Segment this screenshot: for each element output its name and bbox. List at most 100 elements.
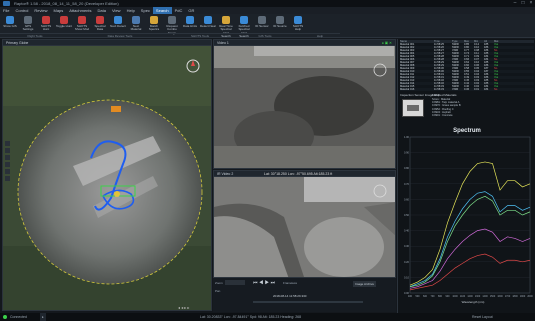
ribbon-button-shots-hunt[interactable]: SHOTS Hunt: [38, 15, 54, 33]
ribbon-button-label: GPS Settings: [22, 24, 34, 32]
spectrum-chart: Spectrum 0.000.100.200.300.400.500.600.7…: [404, 128, 533, 316]
menu-item-pdc[interactable]: PdC: [172, 7, 186, 14]
table-row[interactable]: Material 016 11:58:33 VNIR 0.36 0.01 184 No: [400, 88, 534, 91]
matched-materials-list: Score : Material 0.9981 : Tarp material A…: [432, 98, 461, 117]
table-cell: 0.36: [464, 88, 470, 91]
table-cell: Material 016: [400, 88, 415, 91]
close-button[interactable]: ×: [527, 0, 535, 7]
ribbon-icon: [222, 16, 230, 24]
status-left: Connected: [10, 315, 27, 319]
menu-item-attachments[interactable]: Attachments: [66, 7, 94, 14]
video1-controls-icon[interactable]: ● ▣ ✕: [382, 40, 392, 46]
x-tick-label: 1000: [452, 295, 458, 298]
menu-item-file[interactable]: File: [0, 7, 12, 14]
image-chip[interactable]: [402, 99, 424, 117]
y-tick-label: 0.80: [404, 166, 410, 170]
video1-frame: [214, 46, 395, 168]
video2-title: IR Video 2: [217, 172, 234, 176]
ribbon-group-label: Flight Tools: [0, 33, 70, 38]
status-coordinates: Lat: 30.20833° Lon: -97.84491° Spd: 98 A…: [200, 315, 302, 319]
series-line-1: [409, 161, 531, 286]
table-cell: 11:58:33: [434, 88, 444, 91]
y-tick-label: 0.30: [404, 244, 410, 248]
menu-bar: File Control Review Maps Attachments Data View…: [0, 7, 535, 14]
ribbon-button-detect-near[interactable]: Detect Near: [200, 15, 216, 33]
x-tick-label: 900: [446, 295, 451, 298]
window-title: Raptor® 1.58 - 2018_08_14_11_58_20 (Deve…: [14, 1, 119, 6]
video1-pane[interactable]: Video 1 ● ▣ ✕: [213, 39, 396, 169]
ribbon-group-label: GIS Tools: [230, 33, 300, 38]
y-tick-label: 0.90: [404, 151, 410, 155]
map-pane[interactable]: Primary Globe ◂ ◂ ▸ ▸: [2, 39, 212, 311]
y-tick-label: 0.60: [404, 197, 410, 201]
menu-item-view[interactable]: View: [109, 7, 124, 14]
x-tick-label: 1100: [460, 295, 466, 298]
menu-item-spec[interactable]: Spec: [138, 7, 153, 14]
reset-layout-button[interactable]: Reset Layout: [470, 313, 495, 321]
ribbon-button-show-gis[interactable]: Show GIS: [2, 15, 18, 33]
menu-item-maps[interactable]: Maps: [50, 7, 66, 14]
ribbon-icon: [114, 16, 122, 24]
ribbon-button-fetched-spectral-alert-search[interactable]: Fetched Spectral Alert Search: [236, 15, 252, 38]
ribbon-button-next-detect[interactable]: Next Detect: [110, 15, 126, 33]
ribbon-button-next-material[interactable]: Next Material: [128, 15, 144, 33]
x-tick-label: 400: [408, 295, 413, 298]
ribbon-icon: [96, 16, 104, 24]
ribbon-button-request-combo-image[interactable]: Request Combo Image: [164, 15, 180, 34]
poi-marker[interactable]: [111, 106, 121, 112]
x-tick-label: 1600: [497, 295, 503, 298]
ribbon-group-label: SHOTS Tools: [170, 33, 230, 38]
ribbon-button-shots-show-mod[interactable]: SHOTS Show Mod: [74, 15, 90, 33]
menu-item-gr[interactable]: GR: [185, 7, 197, 14]
x-tick-label: 1300: [475, 295, 481, 298]
aircraft-marker[interactable]: [114, 191, 120, 197]
ribbon-button-real-time-spectral-alert-search[interactable]: Real Time Spectral Alert Search: [218, 15, 234, 38]
menu-item-help[interactable]: Help: [124, 7, 138, 14]
ribbon-button-match-spectra[interactable]: Match Spectra: [146, 15, 162, 33]
image-archive-button[interactable]: Image Archive: [353, 281, 377, 287]
ribbon-button-toggle-hunt[interactable]: Toggle Hunt: [56, 15, 72, 33]
x-tick-label: 500: [416, 295, 421, 298]
ribbon-icon: [276, 16, 284, 24]
ribbon-button-id-source[interactable]: ID Source: [272, 15, 288, 33]
ribbon-icon: [186, 16, 194, 24]
ribbon-icon: [42, 16, 50, 24]
right-panel: Name Time Type Max Min Alt Mat Material 001 11:…: [397, 39, 535, 321]
zoom-select[interactable]: [225, 280, 245, 285]
maximize-button[interactable]: □: [519, 0, 527, 7]
series-line-3: [409, 195, 531, 288]
menu-item-control[interactable]: Control: [12, 7, 31, 14]
ribbon-icon: [168, 16, 176, 24]
ribbon-button-label: Next Detect: [110, 24, 126, 28]
ribbon-button-gps-settings[interactable]: GPS Settings: [20, 15, 36, 33]
ribbon-icon: [204, 16, 212, 24]
menu-item-review[interactable]: Review: [31, 7, 50, 14]
y-tick-label: 0.50: [404, 213, 410, 217]
map-canvas[interactable]: ◂ ◂ ▸ ▸: [3, 46, 212, 311]
ribbon-button-label: Detect Near: [200, 24, 217, 28]
ribbon-button-label: Toggle Hunt: [56, 24, 73, 28]
timeline-slider[interactable]: [253, 301, 363, 303]
status-tab[interactable]: ▸: [40, 313, 46, 321]
menu-item-data[interactable]: Data: [95, 7, 109, 14]
minimize-button[interactable]: –: [511, 0, 519, 7]
ribbon-icon: [132, 16, 140, 24]
ribbon-button-label: ID Source: [273, 24, 287, 28]
ribbon-button-id-sensor[interactable]: ID Sensor: [254, 15, 270, 33]
playback-controls: Zoom Pan ⏮ ◀ ▶ ⏭ Frameless 2018-08-14 11…: [213, 278, 396, 312]
match-item[interactable]: 0.9901 : Concrete: [432, 114, 461, 117]
ribbon-button-label: SHOTS Help: [292, 24, 304, 32]
materials-table: Name Time Type Max Min Alt Mat Material 001 11:…: [400, 40, 534, 91]
menu-item-search[interactable]: Search: [152, 7, 172, 14]
ribbon-button-data-hints[interactable]: Data Hints: [182, 15, 198, 33]
ribbon-button-spectral-data[interactable]: Spectral Data: [92, 15, 108, 33]
video2-pane[interactable]: IR Video 2 Lat: 30°18.250 Lon: -97°50.69…: [213, 170, 396, 278]
table-cell: No: [494, 88, 498, 91]
ribbon-button-label: SHOTS Hunt: [40, 24, 52, 32]
timestamp-readout: 2018-08-14 11:58:29.330: [273, 294, 307, 298]
app-logo-icon: [3, 1, 10, 6]
transport-buttons[interactable]: ⏮ ◀ ▶ ⏭: [253, 280, 275, 286]
app-window: Raptor® 1.58 - 2018_08_14_11_58_20 (Deve…: [0, 0, 535, 321]
ribbon-button-label: Show GIS: [3, 24, 17, 28]
ribbon-button-shots-help[interactable]: SHOTS Help: [290, 15, 306, 33]
